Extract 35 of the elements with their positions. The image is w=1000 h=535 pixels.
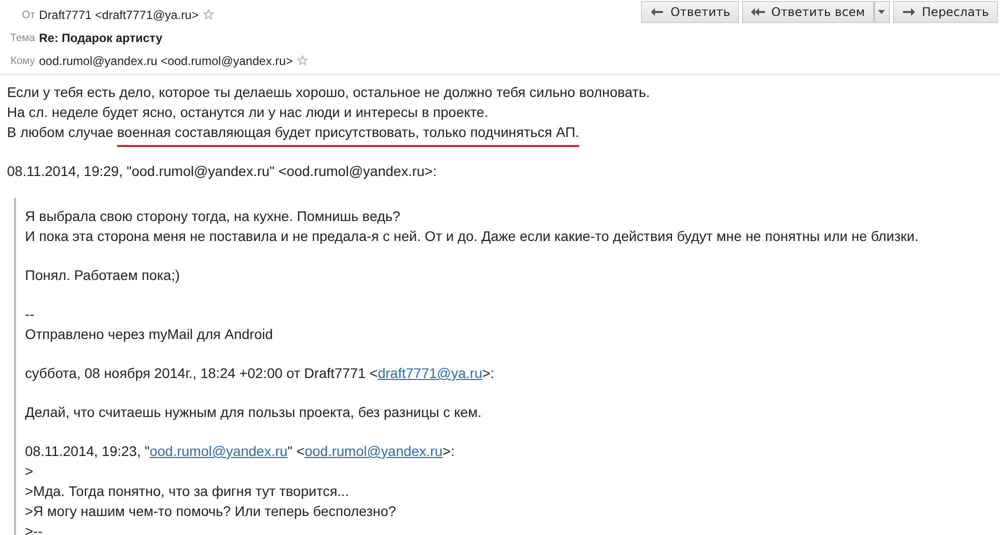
message-line: В любом случае военная составляющая будет присутствовать, только подчиняться АП. — [7, 123, 580, 142]
star-icon[interactable] — [202, 9, 214, 20]
message-line: >Я могу нашим чем-то помочь? Или теперь бесполезно? — [25, 502, 398, 521]
message-line: Если у тебя есть дело, которое ты делаешь хорошо, остальное не должно тебя сильно волновать. — [7, 83, 651, 102]
message-line: На сл. неделе будет ясно, останутся ли у нас люди и интересы в проекте. — [7, 103, 490, 122]
message-line: >Мда. Тогда понятно, что за фигня тут творится... — [25, 482, 350, 501]
forward-arrow-icon — [902, 7, 916, 17]
message-line: -- — [25, 305, 36, 324]
email-link[interactable]: ood.rumol@yandex.ru — [304, 443, 443, 459]
dropdown-button[interactable] — [874, 1, 890, 23]
field-value: Re: Подарок артисту — [39, 30, 162, 44]
email-link[interactable]: draft7771@ya.ru — [378, 365, 482, 381]
message-line: Делай, что считаешь нужным для пользы проекта, без разницы с кем. — [25, 403, 483, 422]
reply-all-button[interactable]: Ответить всем — [742, 1, 874, 23]
message-line: Я выбрала свою сторону тогда, на кухне. Помнишь ведь? — [25, 207, 402, 226]
message-line: суббота, 08 ноября 2014г., 18:24 +02:00 от Draft7771 <draft7771@ya.ru>: — [25, 364, 496, 383]
caret-icon — [878, 10, 886, 14]
reply-arrow-icon — [650, 7, 664, 17]
email-link[interactable]: ood.rumol@yandex.ru — [150, 443, 288, 459]
forward-button[interactable]: Переслать — [892, 1, 998, 23]
field-label: От — [21, 8, 36, 20]
message-line: 08.11.2014, 19:29, "ood.rumol@yandex.ru" <ood.rumol@yandex.ru>: — [7, 162, 438, 181]
message-line: И пока эта сторона меня не поставила и не предала-я с ней. От и до. Даже если какие-то действия будут мне не понятны или не близки. — [25, 227, 920, 246]
reply-button[interactable]: Ответить — [641, 1, 740, 23]
star-icon[interactable] — [296, 55, 308, 66]
message-line: >-- — [25, 522, 44, 535]
field-value: Draft7771 <draft7771@ya.ru> — [39, 8, 199, 22]
message-line: > — [25, 462, 34, 481]
field-label: Кому — [9, 54, 36, 66]
message-line: Отправлено через myMail для Android — [25, 325, 274, 344]
reply-all-arrow-icon — [751, 7, 766, 17]
field-label: Тема — [9, 32, 36, 44]
message-line: Понял. Работаем пока;) — [25, 266, 181, 285]
message-line: 08.11.2014, 19:23, "ood.rumol@yandex.ru" <ood.rumol@yandex.ru>: — [25, 442, 456, 461]
field-value: ood.rumol@yandex.ru <ood.rumol@yandex.ru> — [39, 54, 293, 68]
